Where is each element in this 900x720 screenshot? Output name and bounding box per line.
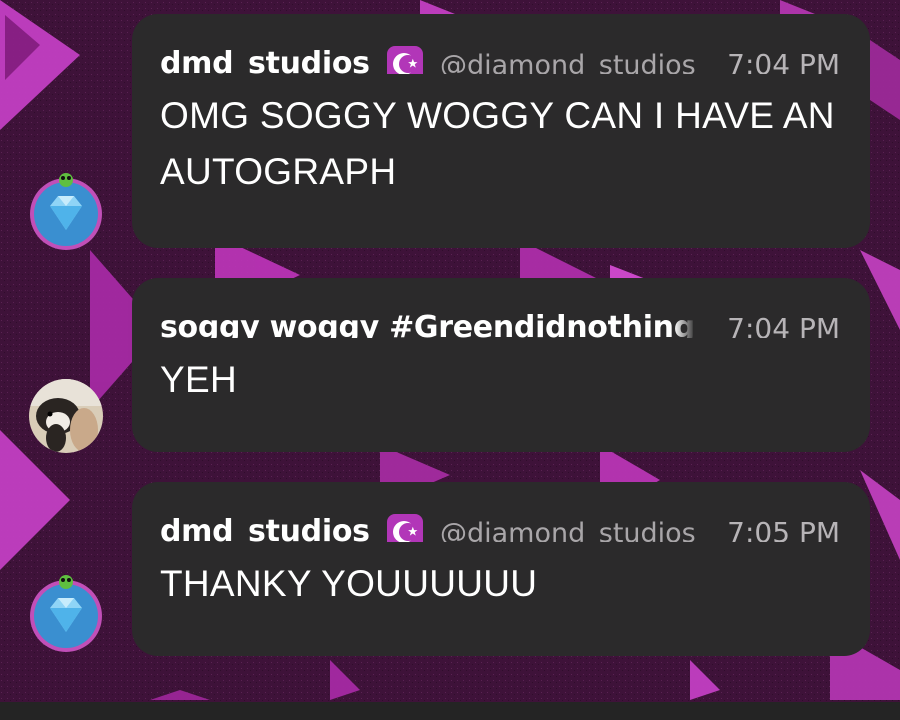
message-timestamp: 7:04 PM (717, 312, 840, 338)
user-avatar[interactable] (28, 574, 102, 652)
message-timestamp: 7:05 PM (717, 516, 840, 542)
bottom-bar (0, 702, 900, 720)
user-handle: @diamond_studios (440, 50, 696, 74)
username[interactable]: dmd_studios (160, 46, 370, 74)
message-header: dmd_studios @diamond_studios 7:05 PM (160, 482, 840, 542)
message-header: soggy woggy #Greendidnothing 7:04 PM (160, 278, 840, 338)
message-text: YEH (160, 359, 237, 400)
message-bubble[interactable]: dmd_studios @diamond_studios 7:05 PM THA… (132, 482, 870, 656)
diamond-avatar-icon (30, 575, 102, 652)
message-text: OMG SOGGY WOGGY CAN I HAVE AN AUTOGRAPH (160, 95, 835, 192)
diamond-avatar-icon (30, 173, 102, 250)
message-header: dmd_studios @diamond_studios 7:04 PM (160, 14, 840, 74)
message-bubble[interactable]: dmd_studios @diamond_studios 7:04 PM OMG… (132, 14, 870, 248)
message-bubble[interactable]: soggy woggy #Greendidnothing 7:04 PM YEH (132, 278, 870, 452)
message-timestamp: 7:04 PM (717, 48, 840, 74)
user-avatar[interactable] (28, 172, 102, 250)
crescent-star-icon (387, 514, 423, 542)
username-fade (674, 308, 696, 338)
user-handle: @diamond_studios (440, 518, 696, 542)
guinea-pig-avatar-icon (29, 379, 103, 453)
username[interactable]: soggy woggy #Greendidnothing (160, 310, 695, 338)
crescent-star-icon (387, 46, 423, 74)
username[interactable]: dmd_studios (160, 514, 370, 542)
message-text: THANKY YOUUUUUU (160, 563, 538, 604)
user-avatar[interactable] (28, 378, 103, 453)
